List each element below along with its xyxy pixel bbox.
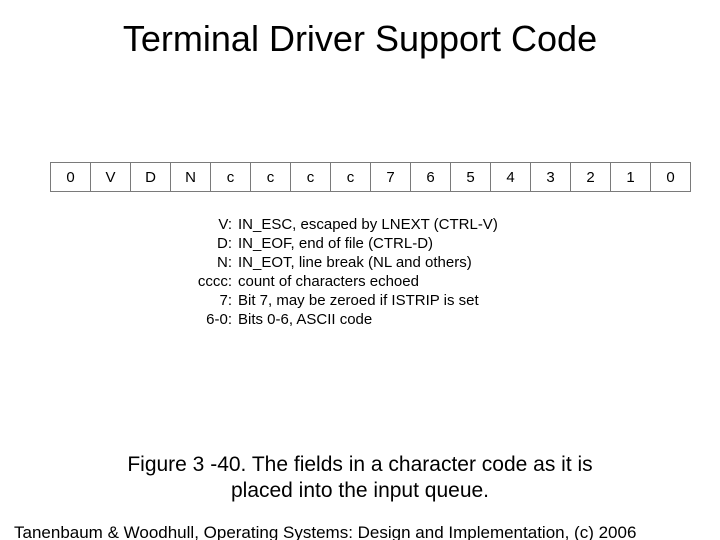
bit-cell: 5 (451, 163, 491, 192)
bit-cell: c (291, 163, 331, 192)
footer-citation: Tanenbaum & Woodhull, Operating Systems:… (14, 523, 636, 540)
slide-title: Terminal Driver Support Code (0, 18, 720, 60)
bit-cell: N (171, 163, 211, 192)
legend-key: cccc: (180, 273, 238, 292)
bit-cell: D (131, 163, 171, 192)
bitfield-table: 0 V D N c c c c 7 6 5 4 3 2 1 0 (50, 162, 691, 192)
bit-cell: 3 (531, 163, 571, 192)
bit-cell: 0 (651, 163, 691, 192)
legend-desc: Bit 7, may be zeroed if ISTRIP is set (238, 292, 504, 311)
figure-caption: Figure 3 -40. The fields in a character … (60, 452, 660, 505)
legend-key: 6-0: (180, 311, 238, 330)
legend-row: 6-0: Bits 0-6, ASCII code (180, 311, 504, 330)
legend-desc: IN_ESC, escaped by LNEXT (CTRL-V) (238, 216, 504, 235)
legend-row: 7: Bit 7, may be zeroed if ISTRIP is set (180, 292, 504, 311)
bit-cell: 6 (411, 163, 451, 192)
bit-cell: c (251, 163, 291, 192)
bit-cell: c (331, 163, 371, 192)
legend-desc: count of characters echoed (238, 273, 504, 292)
legend: V: IN_ESC, escaped by LNEXT (CTRL-V) D: … (180, 216, 504, 330)
legend-desc: IN_EOF, end of file (CTRL-D) (238, 235, 504, 254)
bit-cell: 4 (491, 163, 531, 192)
bit-cell: 0 (51, 163, 91, 192)
legend-key: N: (180, 254, 238, 273)
legend-row: D: IN_EOF, end of file (CTRL-D) (180, 235, 504, 254)
legend-key: D: (180, 235, 238, 254)
bit-cell: 1 (611, 163, 651, 192)
bit-cell: c (211, 163, 251, 192)
caption-line: Figure 3 -40. The fields in a character … (127, 453, 592, 476)
legend-row: N: IN_EOT, line break (NL and others) (180, 254, 504, 273)
legend-row: V: IN_ESC, escaped by LNEXT (CTRL-V) (180, 216, 504, 235)
legend-key: 7: (180, 292, 238, 311)
caption-line: placed into the input queue. (231, 479, 489, 502)
legend-row: cccc: count of characters echoed (180, 273, 504, 292)
legend-desc: IN_EOT, line break (NL and others) (238, 254, 504, 273)
legend-key: V: (180, 216, 238, 235)
bit-cell: V (91, 163, 131, 192)
slide: Terminal Driver Support Code 0 V D N c c… (0, 0, 720, 540)
legend-desc: Bits 0-6, ASCII code (238, 311, 504, 330)
bit-cell: 7 (371, 163, 411, 192)
bit-cell: 2 (571, 163, 611, 192)
